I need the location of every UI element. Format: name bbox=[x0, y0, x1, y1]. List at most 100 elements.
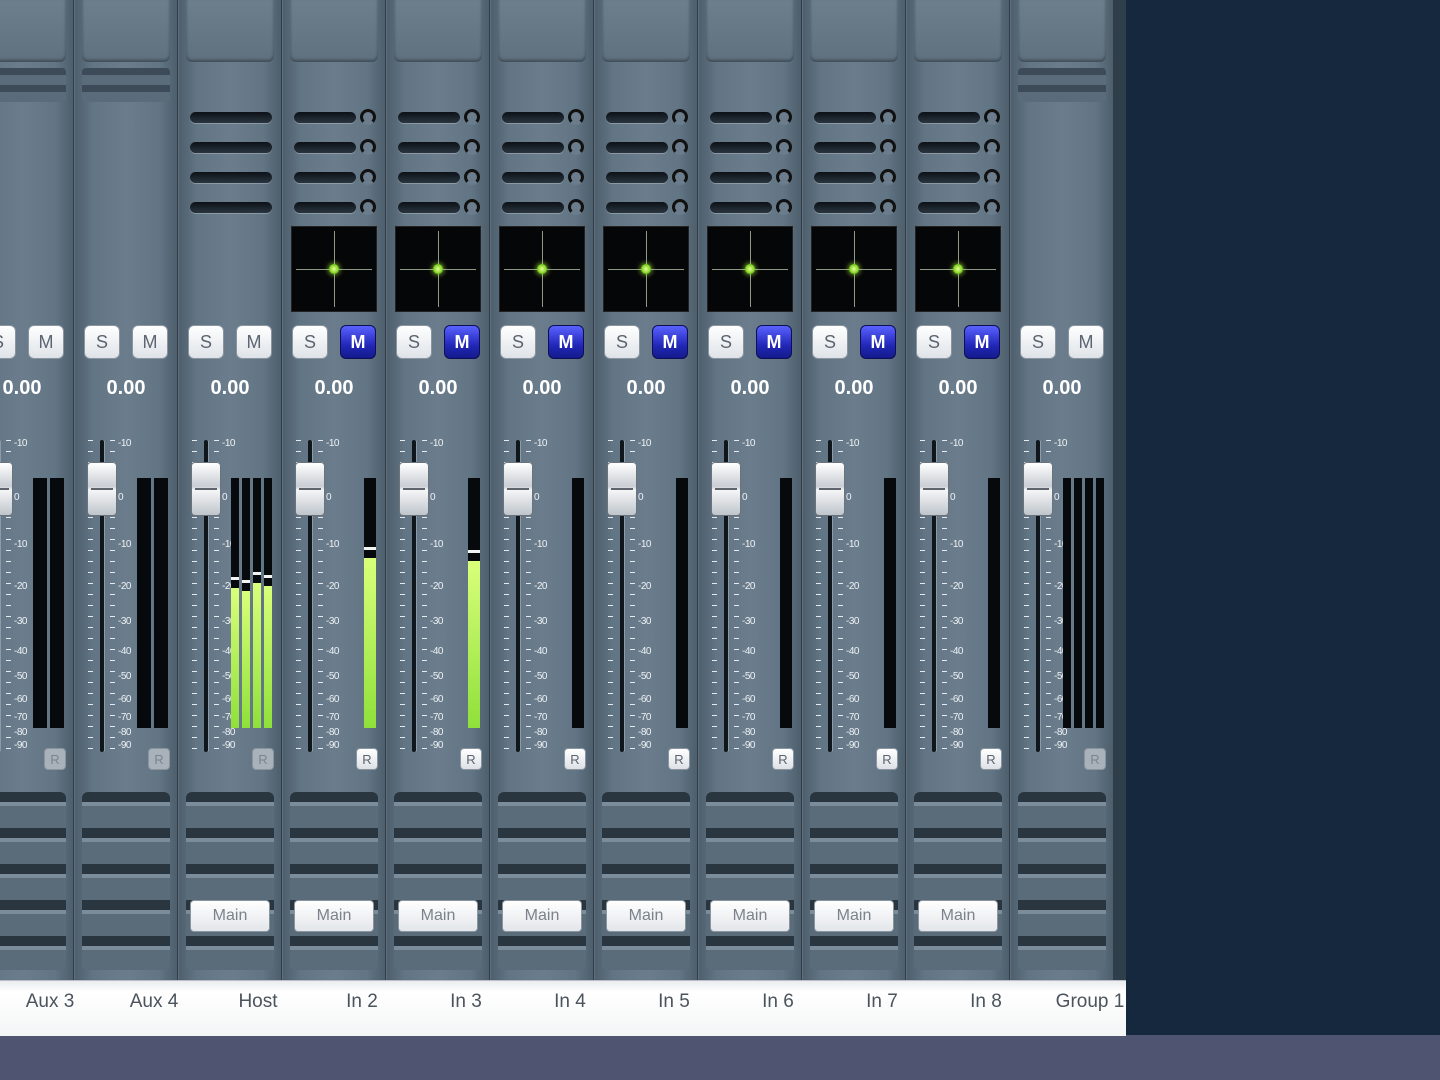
send-pan-knob[interactable] bbox=[880, 199, 896, 215]
aux-send-slider[interactable] bbox=[502, 172, 564, 183]
route-button[interactable]: R bbox=[980, 748, 1002, 770]
send-pan-knob[interactable] bbox=[984, 199, 1000, 215]
aux-send-slider[interactable] bbox=[190, 112, 272, 123]
mute-button[interactable]: M bbox=[340, 325, 376, 359]
send-pan-knob[interactable] bbox=[984, 109, 1000, 125]
route-button[interactable]: R bbox=[460, 748, 482, 770]
aux-send-slider[interactable] bbox=[190, 142, 272, 153]
fader-handle[interactable] bbox=[711, 462, 741, 516]
mute-button[interactable]: M bbox=[444, 325, 480, 359]
aux-send-slider[interactable] bbox=[190, 172, 272, 183]
route-button[interactable]: R bbox=[876, 748, 898, 770]
pan-pad[interactable] bbox=[499, 226, 585, 312]
output-assign-button[interactable]: Main bbox=[502, 900, 582, 932]
aux-send-slider[interactable] bbox=[918, 172, 980, 183]
aux-send-slider[interactable] bbox=[398, 172, 460, 183]
mute-button[interactable]: M bbox=[756, 325, 792, 359]
pan-position-dot[interactable] bbox=[953, 264, 963, 274]
send-pan-knob[interactable] bbox=[984, 169, 1000, 185]
aux-send-slider[interactable] bbox=[502, 202, 564, 213]
fader-handle[interactable] bbox=[295, 462, 325, 516]
fader-handle[interactable] bbox=[87, 462, 117, 516]
output-assign-button[interactable]: Main bbox=[294, 900, 374, 932]
send-pan-knob[interactable] bbox=[776, 139, 792, 155]
output-assign-button[interactable]: Main bbox=[710, 900, 790, 932]
aux-send-slider[interactable] bbox=[710, 172, 772, 183]
send-pan-knob[interactable] bbox=[672, 109, 688, 125]
aux-send-slider[interactable] bbox=[918, 112, 980, 123]
route-button[interactable]: R bbox=[148, 748, 170, 770]
send-pan-knob[interactable] bbox=[776, 169, 792, 185]
aux-send-slider[interactable] bbox=[502, 112, 564, 123]
send-pan-knob[interactable] bbox=[360, 199, 376, 215]
aux-send-slider[interactable] bbox=[398, 202, 460, 213]
send-pan-knob[interactable] bbox=[568, 199, 584, 215]
pan-pad[interactable] bbox=[915, 226, 1001, 312]
fader-handle[interactable] bbox=[919, 462, 949, 516]
send-pan-knob[interactable] bbox=[464, 139, 480, 155]
aux-send-slider[interactable] bbox=[918, 202, 980, 213]
send-pan-knob[interactable] bbox=[880, 109, 896, 125]
send-pan-knob[interactable] bbox=[568, 139, 584, 155]
mute-button[interactable]: M bbox=[236, 325, 272, 359]
aux-send-slider[interactable] bbox=[814, 142, 876, 153]
pan-position-dot[interactable] bbox=[329, 264, 339, 274]
send-pan-knob[interactable] bbox=[672, 139, 688, 155]
solo-button[interactable]: S bbox=[604, 325, 640, 359]
aux-send-slider[interactable] bbox=[606, 112, 668, 123]
send-pan-knob[interactable] bbox=[360, 109, 376, 125]
send-pan-knob[interactable] bbox=[880, 169, 896, 185]
output-assign-button[interactable]: Main bbox=[918, 900, 998, 932]
solo-button[interactable]: S bbox=[1020, 325, 1056, 359]
aux-send-slider[interactable] bbox=[398, 142, 460, 153]
pan-position-dot[interactable] bbox=[641, 264, 651, 274]
route-button[interactable]: R bbox=[356, 748, 378, 770]
pan-pad[interactable] bbox=[707, 226, 793, 312]
send-pan-knob[interactable] bbox=[464, 109, 480, 125]
send-pan-knob[interactable] bbox=[464, 169, 480, 185]
mute-button[interactable]: M bbox=[28, 325, 64, 359]
solo-button[interactable]: S bbox=[188, 325, 224, 359]
aux-send-slider[interactable] bbox=[710, 112, 772, 123]
route-button[interactable]: R bbox=[668, 748, 690, 770]
solo-button[interactable]: S bbox=[500, 325, 536, 359]
pan-position-dot[interactable] bbox=[745, 264, 755, 274]
send-pan-knob[interactable] bbox=[880, 139, 896, 155]
fader-handle[interactable] bbox=[399, 462, 429, 516]
send-pan-knob[interactable] bbox=[464, 199, 480, 215]
pan-pad[interactable] bbox=[395, 226, 481, 312]
pan-position-dot[interactable] bbox=[537, 264, 547, 274]
aux-send-slider[interactable] bbox=[294, 112, 356, 123]
aux-send-slider[interactable] bbox=[294, 202, 356, 213]
route-button[interactable]: R bbox=[252, 748, 274, 770]
fader-handle[interactable] bbox=[191, 462, 221, 516]
solo-button[interactable]: S bbox=[916, 325, 952, 359]
aux-send-slider[interactable] bbox=[294, 172, 356, 183]
mute-button[interactable]: M bbox=[860, 325, 896, 359]
pan-position-dot[interactable] bbox=[433, 264, 443, 274]
mute-button[interactable]: M bbox=[132, 325, 168, 359]
aux-send-slider[interactable] bbox=[606, 172, 668, 183]
send-pan-knob[interactable] bbox=[568, 109, 584, 125]
mute-button[interactable]: M bbox=[652, 325, 688, 359]
output-assign-button[interactable]: Main bbox=[814, 900, 894, 932]
aux-send-slider[interactable] bbox=[294, 142, 356, 153]
aux-send-slider[interactable] bbox=[814, 112, 876, 123]
aux-send-slider[interactable] bbox=[606, 202, 668, 213]
output-assign-button[interactable]: Main bbox=[190, 900, 270, 932]
aux-send-slider[interactable] bbox=[814, 172, 876, 183]
output-assign-button[interactable]: Main bbox=[398, 900, 478, 932]
send-pan-knob[interactable] bbox=[672, 199, 688, 215]
solo-button[interactable]: S bbox=[812, 325, 848, 359]
route-button[interactable]: R bbox=[44, 748, 66, 770]
aux-send-slider[interactable] bbox=[710, 142, 772, 153]
solo-button[interactable]: S bbox=[0, 325, 16, 359]
pan-position-dot[interactable] bbox=[849, 264, 859, 274]
send-pan-knob[interactable] bbox=[984, 139, 1000, 155]
send-pan-knob[interactable] bbox=[672, 169, 688, 185]
solo-button[interactable]: S bbox=[292, 325, 328, 359]
fader-handle[interactable] bbox=[607, 462, 637, 516]
fader-handle[interactable] bbox=[1023, 462, 1053, 516]
aux-send-slider[interactable] bbox=[918, 142, 980, 153]
aux-send-slider[interactable] bbox=[814, 202, 876, 213]
